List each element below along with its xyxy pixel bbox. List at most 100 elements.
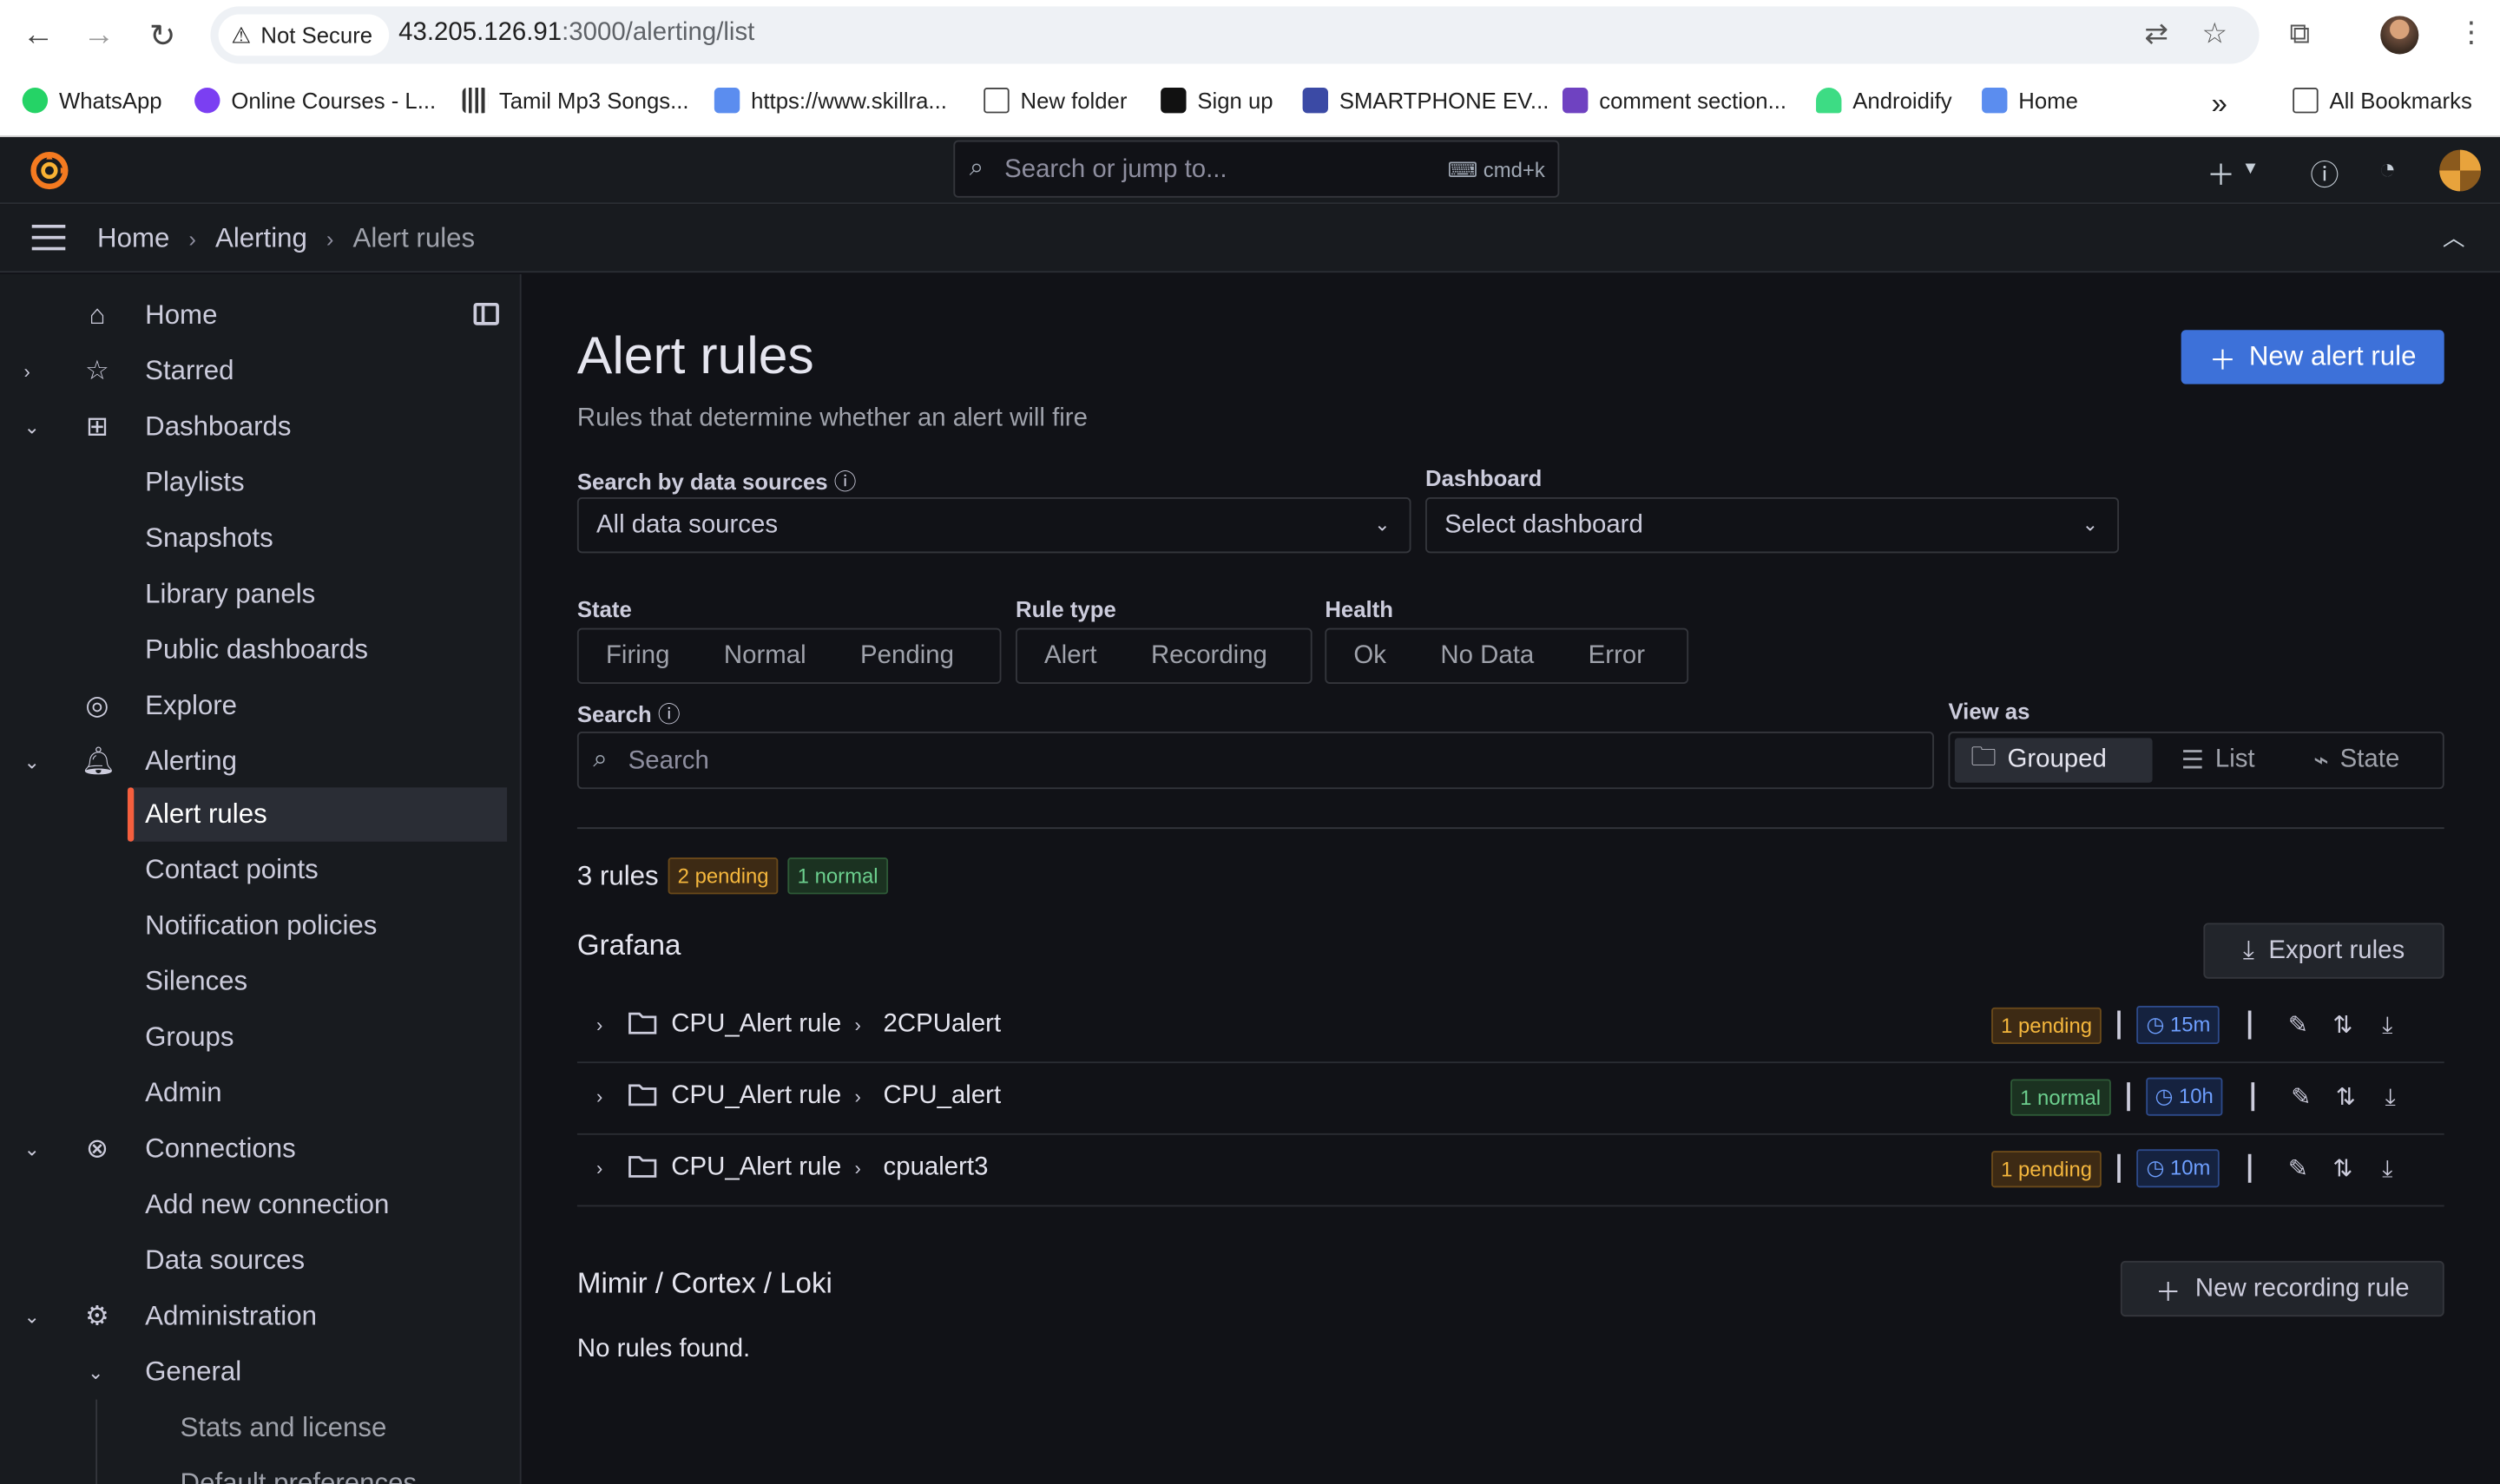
sidebar-item-general[interactable]: ⌄ General <box>0 1345 507 1399</box>
url-text[interactable]: 43.205.126.91:3000/alerting/list <box>398 19 754 48</box>
view-list-option[interactable]: ☰ List <box>2165 738 2271 782</box>
view-state-option[interactable]: ⌁ State <box>2298 738 2416 782</box>
chevron-right-icon[interactable]: › <box>596 1014 602 1036</box>
back-icon[interactable]: ← <box>16 13 60 57</box>
sidebar-item-notification-policies[interactable]: Notification policies <box>0 899 507 953</box>
profile-avatar[interactable] <box>2380 16 2419 55</box>
chevron-down-icon[interactable]: ⌄ <box>24 751 40 773</box>
new-recording-rule-button[interactable]: ＋ New recording rule <box>2120 1260 2444 1317</box>
menu-dots-icon[interactable]: ⋮ <box>2457 16 2485 49</box>
rule-group-row[interactable]: › CPU_Alert rule › 2CPUalert 1 pending ◷… <box>576 991 2444 1064</box>
datasource-select[interactable]: All data sources ⌄ <box>576 497 1411 554</box>
sidebar-item-data-sources[interactable]: Data sources <box>0 1234 507 1288</box>
info-icon[interactable]: ⓘ <box>834 469 857 494</box>
edit-icon[interactable]: ✎ <box>2286 1082 2315 1111</box>
chevron-down-icon[interactable]: ⌄ <box>24 416 40 438</box>
chevron-down-icon[interactable]: ⌄ <box>88 1362 103 1384</box>
sidebar-item-default-preferences[interactable]: Default preferences <box>0 1457 507 1484</box>
bookmark-item[interactable]: Tamil Mp3 Songs... <box>462 88 689 114</box>
reload-icon[interactable]: ↻ <box>141 13 185 57</box>
health-error-option[interactable]: Error <box>1561 641 1672 670</box>
reorder-icon[interactable]: ⇅ <box>2328 1154 2357 1183</box>
health-nodata-option[interactable]: No Data <box>1413 641 1561 670</box>
sidebar-item-snapshots[interactable]: Snapshots <box>0 512 507 566</box>
sidebar-item-public-dashboards[interactable]: Public dashboards <box>0 623 507 677</box>
state-normal-option[interactable]: Normal <box>697 641 833 670</box>
gear-icon: ⚙ <box>85 1300 110 1331</box>
sidebar-item-explore[interactable]: ◎ Explore <box>0 679 507 732</box>
new-alert-rule-button[interactable]: ＋ New alert rule <box>2181 330 2444 384</box>
interval-text: 10m <box>2169 1155 2211 1180</box>
rule-group-row[interactable]: › CPU_Alert rule › CPU_alert 1 normal ◷ … <box>576 1063 2444 1135</box>
rule-search-input[interactable]: ⌕ Search <box>576 732 1934 790</box>
bookmark-item[interactable]: Androidify <box>1816 88 1952 114</box>
chevron-right-icon[interactable]: › <box>596 1086 602 1108</box>
sidebar-item-groups[interactable]: Groups <box>0 1010 507 1064</box>
address-bar[interactable]: ⚠ Not Secure 43.205.126.91:3000/alerting… <box>210 6 2260 64</box>
reorder-icon[interactable]: ⇅ <box>2332 1082 2360 1111</box>
state-firing-option[interactable]: Firing <box>579 641 697 670</box>
help-icon[interactable]: ⓘ <box>2310 153 2339 194</box>
translate-icon[interactable]: ⇄ <box>2144 17 2168 51</box>
bookmark-item[interactable]: New folder <box>984 88 1127 114</box>
chevron-down-icon[interactable]: ⌄ <box>24 1305 40 1328</box>
chevron-right-icon[interactable]: › <box>596 1157 602 1179</box>
chevron-right-icon[interactable]: › <box>24 360 30 383</box>
collapse-icon[interactable]: ︿ <box>2443 221 2465 253</box>
sidebar-item-contact-points[interactable]: Contact points <box>0 844 507 897</box>
sidebar-item-alerting[interactable]: ⌄ 🔔︎ Alerting <box>0 735 507 789</box>
more-bookmarks-icon[interactable]: » <box>2212 88 2227 121</box>
download-icon[interactable]: ⤓ <box>2376 1083 2405 1110</box>
sidebar-item-library-panels[interactable]: Library panels <box>0 568 507 621</box>
star-icon[interactable]: ☆ <box>2202 17 2228 51</box>
ruletype-alert-option[interactable]: Alert <box>1017 641 1124 670</box>
sidebar-item-silences[interactable]: Silences <box>0 955 507 1008</box>
sidebar-item-administration[interactable]: ⌄ ⚙ Administration <box>0 1290 507 1343</box>
sidebar-item-dashboards[interactable]: ⌄ ⊞ Dashboards <box>0 400 507 454</box>
download-icon[interactable]: ⤓ <box>2373 1011 2402 1038</box>
security-chip[interactable]: ⚠ Not Secure <box>218 14 389 56</box>
grafana-logo-icon[interactable] <box>29 150 70 192</box>
news-rss-icon[interactable]: ◔ <box>2378 153 2396 187</box>
bookmark-item[interactable]: SMARTPHONE EV... <box>1302 88 1549 114</box>
chevron-down-icon[interactable]: ⌄ <box>24 1138 40 1160</box>
sidebar-item-add-new-connection[interactable]: Add new connection <box>0 1178 507 1231</box>
bookmark-item[interactable]: Online Courses - L... <box>194 88 436 114</box>
view-as-label: View as <box>1948 698 2030 724</box>
export-rules-button[interactable]: ⤓ Export rules <box>2203 923 2444 979</box>
sidebar-item-stats-and-license[interactable]: Stats and license <box>0 1401 507 1454</box>
user-avatar[interactable] <box>2439 149 2481 192</box>
state-pending-option[interactable]: Pending <box>833 641 981 670</box>
ruletype-recording-option[interactable]: Recording <box>1124 641 1294 670</box>
sidebar-item-playlists[interactable]: Playlists <box>0 456 507 509</box>
add-icon[interactable]: ＋ <box>2207 153 2235 194</box>
forward-icon[interactable]: → <box>76 13 121 57</box>
info-icon[interactable]: ⓘ <box>658 701 681 726</box>
bookmark-item[interactable]: WhatsApp <box>22 88 162 114</box>
all-bookmarks[interactable]: All Bookmarks <box>2293 88 2472 114</box>
rule-group-row[interactable]: › CPU_Alert rule › cpualert3 1 pending ◷… <box>576 1135 2444 1207</box>
bookmark-item[interactable]: comment section... <box>1562 88 1786 114</box>
extensions-icon[interactable]: ⧉ <box>2290 17 2311 51</box>
bookmark-item[interactable]: Sign up <box>1161 88 1273 114</box>
sidebar-item-alert-rules[interactable]: Alert rules <box>127 787 508 842</box>
global-search[interactable]: ⌕ Search or jump to... ⌨ cmd+k <box>953 140 1560 198</box>
sidebar-item-admin[interactable]: Admin <box>0 1067 507 1120</box>
sidebar-item-home[interactable]: ⌂ Home <box>0 288 507 342</box>
sidebar-item-starred[interactable]: › ☆ Starred <box>0 345 507 398</box>
breadcrumb-alerting[interactable]: Alerting <box>215 223 307 255</box>
bookmark-item[interactable]: Home <box>1982 88 2078 114</box>
edit-icon[interactable]: ✎ <box>2284 1010 2312 1039</box>
reorder-icon[interactable]: ⇅ <box>2328 1010 2357 1039</box>
separator <box>2117 1153 2122 1183</box>
menu-icon[interactable] <box>31 224 66 251</box>
view-grouped-option[interactable]: 🗀 Grouped <box>1954 738 2153 783</box>
dashboard-select[interactable]: Select dashboard ⌄ <box>1425 497 2120 554</box>
sidebar-item-connections[interactable]: ⌄ ⊗ Connections <box>0 1122 507 1176</box>
breadcrumb-home[interactable]: Home <box>97 223 169 255</box>
bookmark-item[interactable]: https://www.skillra... <box>714 88 947 114</box>
download-icon[interactable]: ⤓ <box>2373 1155 2402 1182</box>
edit-icon[interactable]: ✎ <box>2284 1154 2312 1183</box>
chevron-down-icon[interactable]: ▼ <box>2241 160 2259 179</box>
health-ok-option[interactable]: Ok <box>1326 641 1413 670</box>
